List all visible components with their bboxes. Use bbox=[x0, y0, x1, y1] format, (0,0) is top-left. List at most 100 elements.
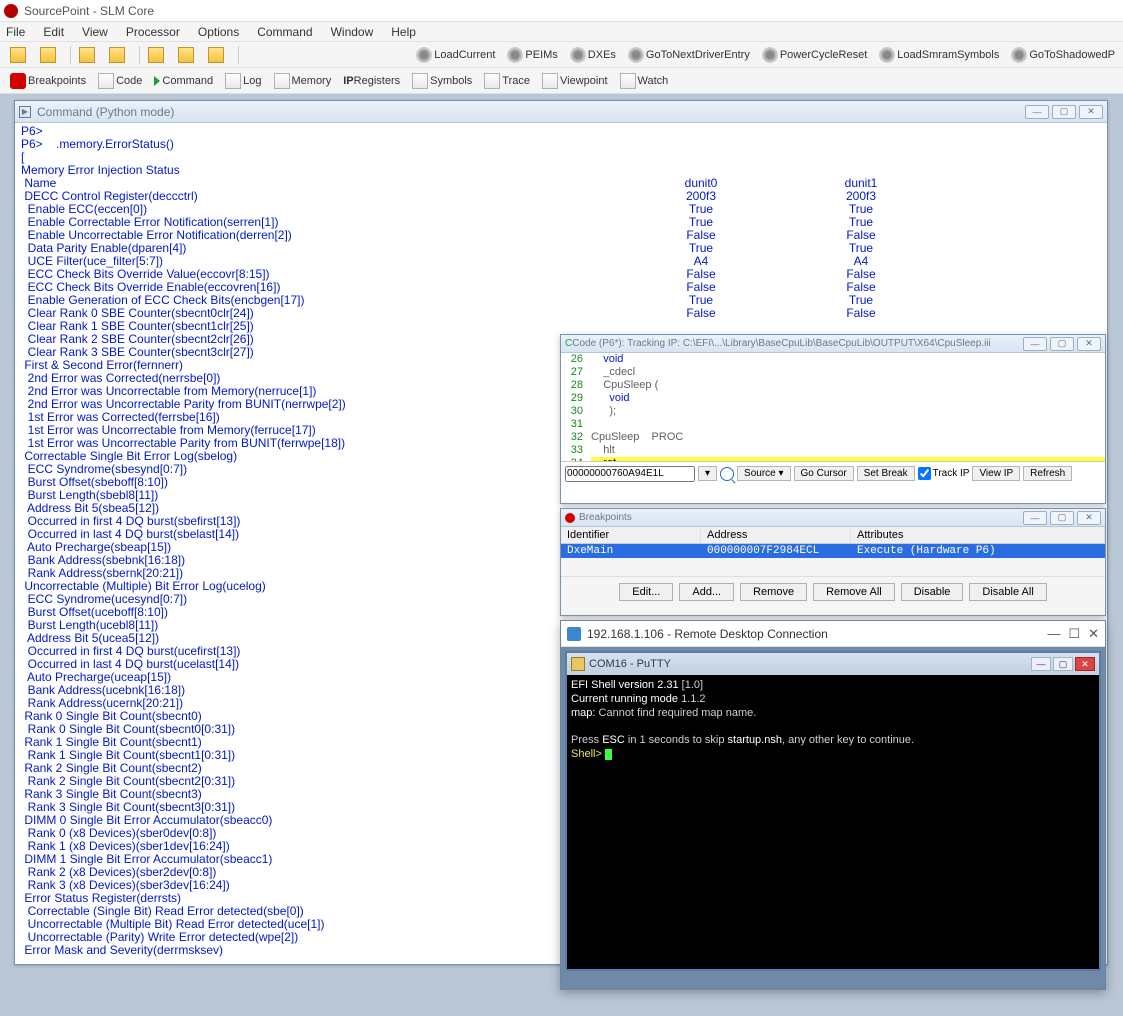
code-window-titlebar[interactable]: C Code (P6*): Tracking IP: C:\EFI\...\Li… bbox=[561, 335, 1105, 353]
toolbar-new-button[interactable] bbox=[75, 46, 101, 64]
macro-icon bbox=[148, 47, 164, 63]
minimize-button[interactable]: — bbox=[1023, 511, 1047, 525]
command-button[interactable]: Command bbox=[150, 74, 217, 88]
viewip-button[interactable]: View IP bbox=[972, 466, 1020, 481]
viewpoint-button[interactable]: Viewpoint bbox=[538, 72, 612, 90]
address-dropdown[interactable]: ▾ bbox=[698, 466, 717, 481]
putty-titlebar[interactable]: COM16 - PuTTY — ▢ ✕ bbox=[567, 653, 1099, 675]
app-titlebar: SourcePoint - SLM Core bbox=[0, 0, 1123, 22]
maximize-button[interactable]: ▢ bbox=[1050, 337, 1074, 351]
rdc-window: 192.168.1.106 - Remote Desktop Connectio… bbox=[560, 620, 1106, 990]
close-button[interactable]: ✕ bbox=[1079, 105, 1103, 119]
search-icon[interactable] bbox=[720, 467, 734, 481]
col-identifier[interactable]: Identifier bbox=[561, 527, 701, 544]
menu-edit[interactable]: Edit bbox=[43, 25, 64, 39]
peims-label: PEIMs bbox=[525, 49, 557, 61]
command-window-title: Command (Python mode) bbox=[37, 105, 174, 119]
minimize-button[interactable]: — bbox=[1031, 657, 1051, 671]
breakpoints-button[interactable]: Breakpoints bbox=[6, 72, 90, 90]
bp-row-id[interactable]: DxeMain bbox=[561, 544, 701, 558]
rdc-body: COM16 - PuTTY — ▢ ✕ EFI Shell version 2.… bbox=[561, 647, 1105, 989]
code-window: C Code (P6*): Tracking IP: C:\EFI\...\Li… bbox=[560, 334, 1106, 504]
disableall-button[interactable]: Disable All bbox=[969, 583, 1046, 601]
loadcurrent-button[interactable]: LoadCurrent bbox=[412, 46, 499, 64]
menu-help[interactable]: Help bbox=[391, 25, 416, 39]
setbreak-button[interactable]: Set Break bbox=[857, 466, 915, 481]
memory-button[interactable]: Memory bbox=[270, 72, 336, 90]
sym-label: Symbols bbox=[430, 75, 472, 87]
mdi-area: ▶ Command (Python mode) — ▢ ✕ P6>P6> .me… bbox=[0, 94, 1123, 1016]
remove-button[interactable]: Remove bbox=[740, 583, 807, 601]
disable-button[interactable]: Disable bbox=[901, 583, 964, 601]
gocursor-button[interactable]: Go Cursor bbox=[794, 466, 854, 481]
minimize-button[interactable]: — bbox=[1047, 626, 1060, 642]
separator bbox=[238, 46, 239, 64]
gear-icon bbox=[570, 47, 586, 63]
log-label: Log bbox=[243, 75, 261, 87]
source-mode-select[interactable]: Source ▾ bbox=[737, 466, 791, 481]
add-button[interactable]: Add... bbox=[679, 583, 734, 601]
close-button[interactable]: ✕ bbox=[1077, 511, 1101, 525]
toolbar-save-button[interactable] bbox=[36, 46, 62, 64]
col-attributes[interactable]: Attributes bbox=[851, 527, 1105, 544]
code-button[interactable]: Code bbox=[94, 72, 146, 90]
refresh-button[interactable]: Refresh bbox=[1023, 466, 1072, 481]
trackip-checkbox[interactable]: Track IP bbox=[918, 467, 970, 480]
toolbar-file: LoadCurrent PEIMs DXEs GoToNextDriverEnt… bbox=[0, 42, 1123, 68]
watch-button[interactable]: Watch bbox=[616, 72, 673, 90]
toolbar-macro1-button[interactable] bbox=[144, 46, 170, 64]
bp-row-attr[interactable]: Execute (Hardware P6) bbox=[851, 544, 1105, 558]
code-icon bbox=[98, 73, 114, 89]
log-button[interactable]: Log bbox=[221, 72, 265, 90]
watch-icon bbox=[620, 73, 636, 89]
close-button[interactable]: ✕ bbox=[1088, 626, 1099, 642]
command-window-titlebar[interactable]: ▶ Command (Python mode) — ▢ ✕ bbox=[15, 101, 1107, 123]
putty-window: COM16 - PuTTY — ▢ ✕ EFI Shell version 2.… bbox=[565, 651, 1101, 971]
edit-button[interactable]: Edit... bbox=[619, 583, 673, 601]
close-button[interactable]: ✕ bbox=[1077, 337, 1101, 351]
bp-row-addr[interactable]: 000000007F2984ECL bbox=[701, 544, 851, 558]
rdc-icon bbox=[567, 627, 581, 641]
menu-view[interactable]: View bbox=[82, 25, 108, 39]
maximize-button[interactable]: ▢ bbox=[1050, 511, 1074, 525]
breakpoints-titlebar[interactable]: Breakpoints — ▢ ✕ bbox=[561, 509, 1105, 527]
breakpoints-buttons: Edit... Add... Remove Remove All Disable… bbox=[561, 576, 1105, 607]
maximize-button[interactable]: ▢ bbox=[1053, 657, 1073, 671]
powercycle-button[interactable]: PowerCycleReset bbox=[758, 46, 871, 64]
toolbar-open-button[interactable] bbox=[6, 46, 32, 64]
toolbar-macro3-button[interactable] bbox=[204, 46, 230, 64]
gotoshadowed-button[interactable]: GoToShadowedP bbox=[1007, 46, 1119, 64]
breakpoints-table: Identifier Address Attributes DxeMain 00… bbox=[561, 527, 1105, 558]
memory-icon bbox=[274, 73, 290, 89]
col-address[interactable]: Address bbox=[701, 527, 851, 544]
rdc-titlebar[interactable]: 192.168.1.106 - Remote Desktop Connectio… bbox=[561, 621, 1105, 647]
dxes-button[interactable]: DXEs bbox=[566, 46, 620, 64]
separator bbox=[70, 46, 71, 64]
peims-button[interactable]: PEIMs bbox=[503, 46, 561, 64]
loadsmram-button[interactable]: LoadSmramSymbols bbox=[875, 46, 1003, 64]
symbols-icon bbox=[412, 73, 428, 89]
maximize-button[interactable]: ☐ bbox=[1068, 626, 1080, 642]
memory-label: Memory bbox=[292, 75, 332, 87]
gear-icon bbox=[628, 47, 644, 63]
breakpoints-window: Breakpoints — ▢ ✕ Identifier Address Att… bbox=[560, 508, 1106, 616]
removeall-button[interactable]: Remove All bbox=[813, 583, 895, 601]
registers-button[interactable]: IPRegisters bbox=[339, 74, 404, 88]
code-listing[interactable]: 26 void27 _cdecl28 CpuSleep (29 void30 )… bbox=[561, 353, 1105, 461]
menu-options[interactable]: Options bbox=[198, 25, 239, 39]
address-input[interactable] bbox=[565, 466, 695, 482]
putty-terminal[interactable]: EFI Shell version 2.31 [1.0] Current run… bbox=[567, 675, 1099, 766]
toolbar-macro2-button[interactable] bbox=[174, 46, 200, 64]
menu-window[interactable]: Window bbox=[331, 25, 374, 39]
symbols-button[interactable]: Symbols bbox=[408, 72, 476, 90]
menu-command[interactable]: Command bbox=[257, 25, 312, 39]
close-button[interactable]: ✕ bbox=[1075, 657, 1095, 671]
trace-button[interactable]: Trace bbox=[480, 72, 534, 90]
menu-file[interactable]: File bbox=[6, 25, 25, 39]
menu-processor[interactable]: Processor bbox=[126, 25, 180, 39]
gotonextdriver-button[interactable]: GoToNextDriverEntry bbox=[624, 46, 754, 64]
maximize-button[interactable]: ▢ bbox=[1052, 105, 1076, 119]
toolbar-open2-button[interactable] bbox=[105, 46, 131, 64]
minimize-button[interactable]: — bbox=[1025, 105, 1049, 119]
minimize-button[interactable]: — bbox=[1023, 337, 1047, 351]
